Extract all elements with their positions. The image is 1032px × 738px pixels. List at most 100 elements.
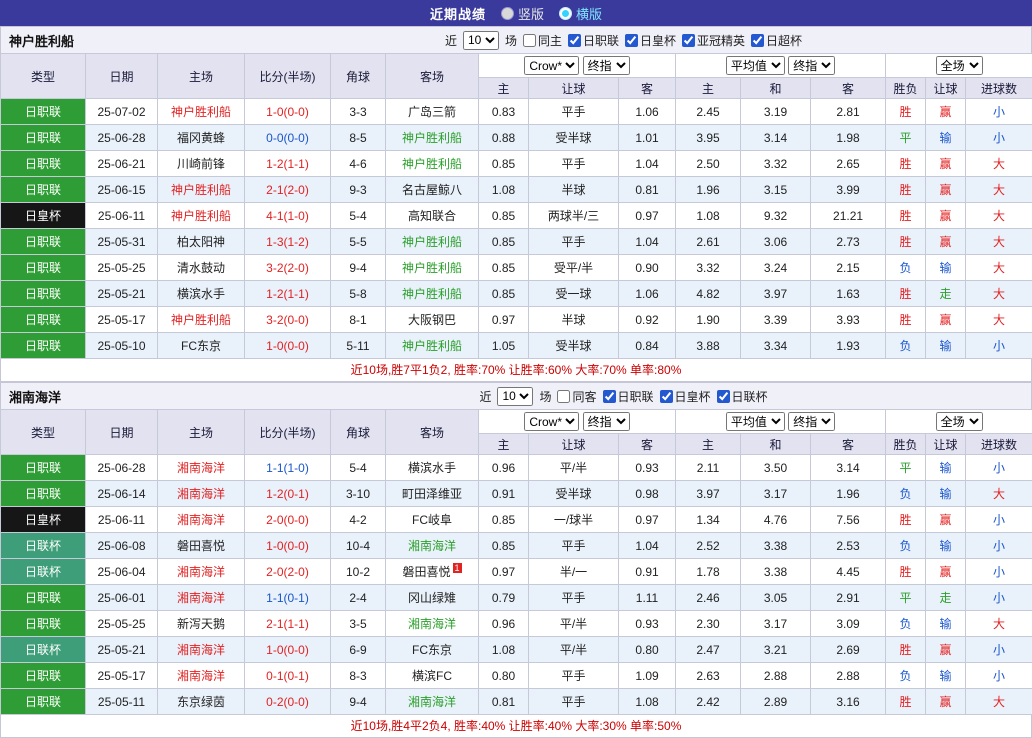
league-badge: 日联杯 [1, 637, 86, 663]
avg-odds-away: 3.14 [811, 455, 886, 481]
match-row: 日职联25-07-02神户胜利船1-0(0-0)3-3广岛三箭0.83平手1.0… [1, 99, 1032, 125]
avg-odds-home: 2.30 [676, 611, 741, 637]
league-checkbox[interactable] [568, 34, 581, 47]
result-outcome: 负 [886, 255, 926, 281]
corners-score: 2-4 [331, 585, 386, 611]
home-team: 湘南海洋 [158, 585, 245, 611]
league-filter[interactable]: 日联杯 [717, 388, 768, 405]
avg-odds-home: 2.46 [676, 585, 741, 611]
match-date: 25-05-17 [86, 307, 158, 333]
same-venue-filter[interactable]: 同主 [523, 32, 562, 49]
away-team: 湘南海洋 [386, 533, 479, 559]
result-handicap: 赢 [926, 307, 966, 333]
avg-odds-away: 4.45 [811, 559, 886, 585]
result-outcome: 胜 [886, 99, 926, 125]
team-name: 湘南海洋 [9, 387, 224, 406]
match-score: 1-3(1-2) [245, 229, 331, 255]
result-handicap: 输 [926, 663, 966, 689]
league-badge: 日职联 [1, 229, 86, 255]
same-venue-checkbox[interactable] [523, 34, 536, 47]
result-outcome: 负 [886, 663, 926, 689]
avg-odds-home: 2.63 [676, 663, 741, 689]
match-date: 25-06-01 [86, 585, 158, 611]
result-goals: 小 [966, 663, 1032, 689]
result-goals: 小 [966, 637, 1032, 663]
col-header-corners: 角球 [331, 54, 386, 99]
avg-time-select[interactable]: 终指 [788, 56, 835, 75]
away-team: 名古屋鲸八 [386, 177, 479, 203]
handicap-line: 两球半/三 [529, 203, 619, 229]
odds-provider-select[interactable]: Crow* [524, 56, 579, 75]
scope-select[interactable]: 全场 [936, 56, 983, 75]
league-badge: 日职联 [1, 177, 86, 203]
avg-odds-home: 2.45 [676, 99, 741, 125]
match-score: 2-1(2-0) [245, 177, 331, 203]
odds-time-select[interactable]: 终指 [583, 56, 630, 75]
avg-odds-draw: 3.38 [741, 559, 811, 585]
away-team: 神户胜利船 [386, 333, 479, 359]
col-header-home: 主场 [158, 410, 245, 455]
avg-odds-away: 3.99 [811, 177, 886, 203]
league-checkbox[interactable] [682, 34, 695, 47]
league-filter[interactable]: 日超杯 [751, 32, 802, 49]
scope-select[interactable]: 全场 [936, 412, 983, 431]
league-filter[interactable]: 日职联 [568, 32, 619, 49]
corners-score: 9-4 [331, 689, 386, 715]
league-filter[interactable]: 日皇杯 [625, 32, 676, 49]
horizontal-layout-radio[interactable]: 横版 [560, 4, 602, 23]
away-team: 横滨水手 [386, 455, 479, 481]
odds-time-select[interactable]: 终指 [583, 412, 630, 431]
same-venue-filter[interactable]: 同客 [557, 388, 596, 405]
avg-time-select[interactable]: 终指 [788, 412, 835, 431]
result-outcome: 胜 [886, 307, 926, 333]
col-header-odds-away: 客 [619, 78, 676, 99]
league-filter[interactable]: 日皇杯 [660, 388, 711, 405]
recent-label: 近 [479, 388, 491, 405]
avg-provider-select[interactable]: 平均值 [726, 56, 785, 75]
match-row: 日联杯25-06-08磐田喜悦1-0(0-0)10-4湘南海洋0.85平手1.0… [1, 533, 1032, 559]
result-outcome: 负 [886, 481, 926, 507]
result-handicap: 赢 [926, 559, 966, 585]
handicap-odds-home: 1.08 [479, 637, 529, 663]
league-filter[interactable]: 亚冠精英 [682, 32, 745, 49]
result-outcome: 胜 [886, 507, 926, 533]
avg-odds-home: 1.08 [676, 203, 741, 229]
avg-odds-home: 4.82 [676, 281, 741, 307]
league-filter[interactable]: 日职联 [603, 388, 654, 405]
result-goals: 小 [966, 125, 1032, 151]
match-score: 2-0(0-0) [245, 507, 331, 533]
league-badge: 日联杯 [1, 559, 86, 585]
handicap-odds-home: 0.91 [479, 481, 529, 507]
vertical-layout-radio[interactable]: 竖版 [502, 4, 544, 23]
match-date: 25-05-10 [86, 333, 158, 359]
handicap-odds-home: 1.05 [479, 333, 529, 359]
result-outcome: 负 [886, 533, 926, 559]
league-checkbox[interactable] [625, 34, 638, 47]
match-score: 1-1(0-1) [245, 585, 331, 611]
match-date: 25-06-11 [86, 507, 158, 533]
avg-odds-away: 3.16 [811, 689, 886, 715]
corners-score: 3-10 [331, 481, 386, 507]
corners-score: 8-1 [331, 307, 386, 333]
match-row: 日职联25-06-28福冈黄蜂0-0(0-0)8-5神户胜利船0.88受半球1.… [1, 125, 1032, 151]
result-outcome: 胜 [886, 689, 926, 715]
handicap-odds-away: 0.92 [619, 307, 676, 333]
league-checkbox[interactable] [751, 34, 764, 47]
handicap-line: 平手 [529, 585, 619, 611]
handicap-line: 平手 [529, 689, 619, 715]
same-venue-checkbox[interactable] [557, 390, 570, 403]
odds-provider-select[interactable]: Crow* [524, 412, 579, 431]
handicap-line: 半球 [529, 307, 619, 333]
avg-odds-home: 1.90 [676, 307, 741, 333]
match-count-select[interactable]: 10 [497, 387, 533, 406]
avg-provider-select[interactable]: 平均值 [726, 412, 785, 431]
league-checkbox[interactable] [660, 390, 673, 403]
match-score: 4-1(1-0) [245, 203, 331, 229]
league-checkbox[interactable] [603, 390, 616, 403]
match-count-select[interactable]: 10 [463, 31, 499, 50]
col-header-date: 日期 [86, 410, 158, 455]
result-handicap: 走 [926, 281, 966, 307]
league-checkbox[interactable] [717, 390, 730, 403]
match-date: 25-05-21 [86, 637, 158, 663]
match-date: 25-06-14 [86, 481, 158, 507]
